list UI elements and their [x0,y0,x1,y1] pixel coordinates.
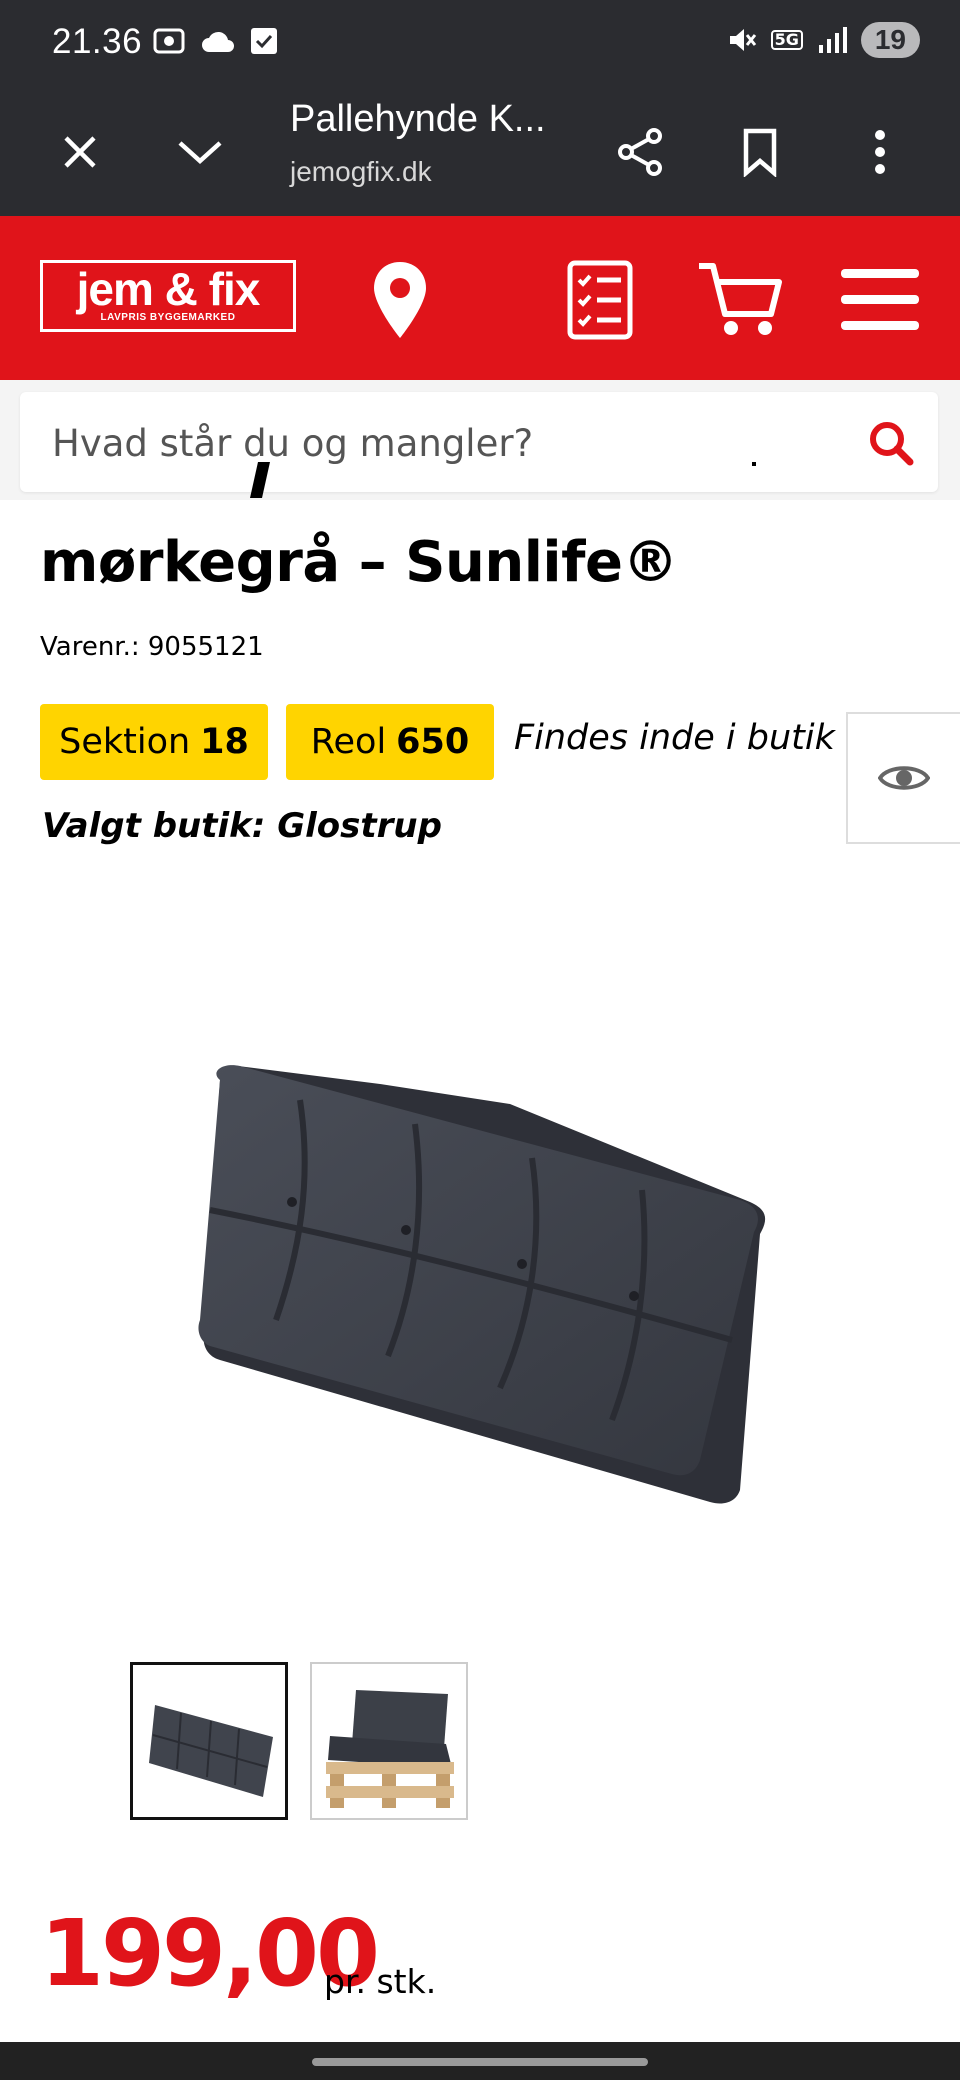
thumbnail-2[interactable] [310,1662,468,1820]
map-pin-icon [374,262,426,338]
recently-viewed-button[interactable] [846,712,960,844]
more-options-button[interactable] [848,120,912,184]
section-label: Sektion [59,722,191,762]
status-icons-right: 5G 19 [727,22,920,58]
product-image[interactable] [180,1020,790,1520]
status-icons-left [152,26,278,56]
mute-icon [729,29,756,51]
cushion-illustration [198,1065,766,1504]
gesture-handle[interactable] [312,2058,648,2066]
close-icon [64,136,96,168]
bookmark-icon [743,128,777,177]
hamburger-menu-icon [841,269,919,330]
signal-icon [818,27,847,53]
product-sku: Varenr.: 9055121 [40,632,264,662]
system-navigation-bar [0,2042,960,2080]
site-header: jem & fix LAVPRIS BYGGEMARKED [0,216,960,380]
thumbnail-1[interactable] [130,1662,288,1820]
browser-toolbar: Pallehynde K... jemogfix.dk [0,90,960,216]
clipped-title-glyphs [250,462,756,498]
more-vertical-icon [875,130,885,174]
price-unit: pr. stk. [324,1962,437,2001]
close-tab-button[interactable] [48,120,112,184]
product-title: mørkegrå – Sunlife® [40,530,678,595]
cloud-icon [202,31,234,52]
status-time: 21.36 [52,22,143,61]
network-type: 5G [770,30,803,50]
cart-icon [699,263,782,335]
section-badge: Sektion 18 [40,704,268,780]
shelf-value: 650 [396,722,470,762]
shelf-label: Reol [310,722,387,762]
collapse-button[interactable] [168,120,232,184]
share-button[interactable] [608,120,672,184]
site-logo[interactable]: jem & fix LAVPRIS BYGGEMARKED [40,260,296,332]
logo-text: jem & fix [76,263,261,315]
section-value: 18 [200,722,249,762]
shopping-list-button[interactable] [552,252,648,348]
search-icon [870,422,914,466]
eye-icon [878,766,930,790]
cushion-thumbnail [149,1705,273,1797]
share-icon [618,128,662,176]
availability-text: Findes inde i butik [514,718,835,758]
checklist-icon [567,260,633,340]
checkbox-icon [251,28,277,54]
selected-store[interactable]: Valgt butik: Glostrup [42,806,442,846]
title-overflow-fragment [40,462,920,502]
page-url[interactable]: jemogfix.dk [290,156,432,188]
search-button[interactable] [866,418,916,468]
page-title[interactable]: Pallehynde K... [290,98,546,141]
store-locator-button[interactable] [352,252,448,348]
battery-indicator: 19 [860,22,920,58]
screenshot-icon [153,28,185,54]
bookmark-button[interactable] [728,120,792,184]
cart-button[interactable] [692,252,788,348]
chevron-down-icon [178,141,222,165]
pallet-sofa-thumbnail [326,1690,454,1808]
shelf-badge: Reol 650 [286,704,494,780]
menu-button[interactable] [832,252,928,348]
status-bar: 21.36 5G 19 [0,0,960,90]
